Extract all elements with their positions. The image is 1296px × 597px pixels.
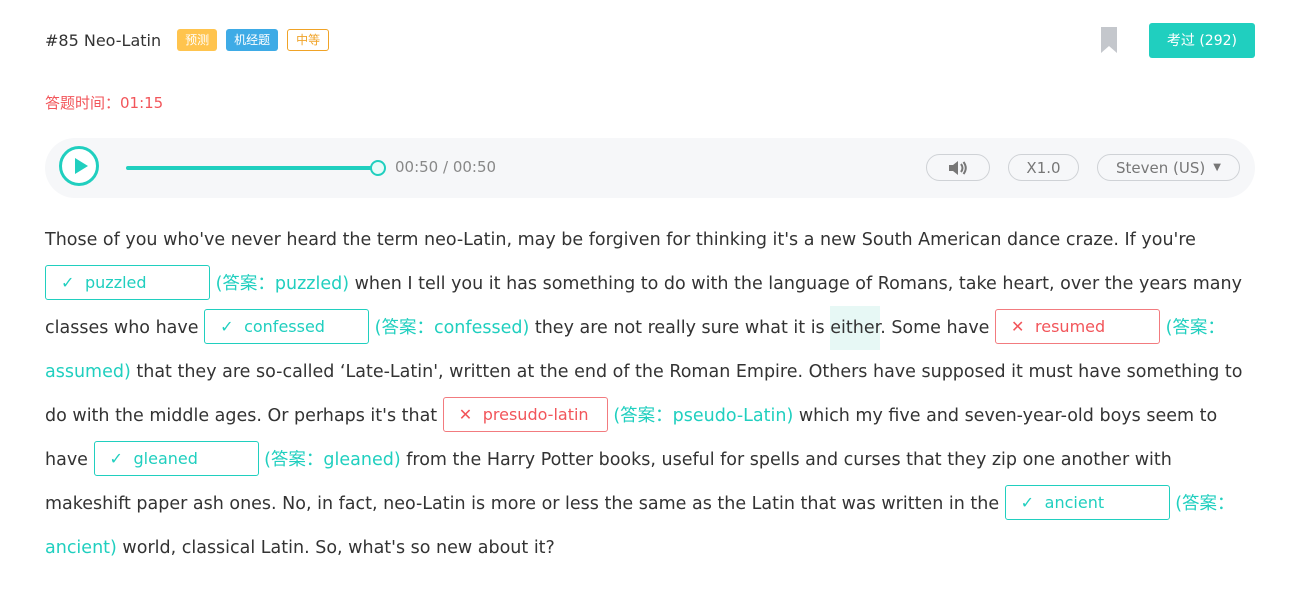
answer-blank-4[interactable]: ✕ presudo-latin	[442, 397, 608, 432]
answer-blank-3[interactable]: ✕ resumed	[995, 309, 1161, 344]
answer-blank-value: ancient	[1044, 493, 1105, 512]
caret-down-icon: ▼	[1213, 162, 1221, 173]
passage-text: . Some have	[880, 318, 996, 338]
correct-answer-2: (答案：confessed)	[374, 318, 530, 338]
play-button[interactable]	[59, 146, 99, 186]
answer-blank-6[interactable]: ✓ ancient	[1004, 485, 1170, 520]
playback-speed-button[interactable]: X1.0	[1008, 154, 1079, 181]
play-icon	[74, 158, 88, 174]
volume-icon	[949, 160, 967, 175]
audio-player: 00:50 / 00:50 X1.0 Steven (US) ▼	[45, 138, 1255, 198]
check-icon: ✓	[61, 273, 75, 292]
tag-difficulty: 中等	[287, 29, 330, 51]
passage-text: Those of you who've never heard the term…	[45, 230, 1196, 250]
playback-time: 00:50 / 00:50	[395, 158, 497, 176]
answer-blank-2[interactable]: ✓ confessed	[204, 309, 370, 344]
answer-blank-value: presudo-latin	[482, 405, 589, 424]
question-title: #85 Neo-Latin	[45, 30, 162, 50]
passage-text: world, classical Latin. So, what's so ne…	[116, 538, 555, 558]
bookmark-icon[interactable]	[1100, 27, 1117, 53]
check-icon: ✓	[220, 317, 234, 336]
voice-select[interactable]: Steven (US) ▼	[1097, 154, 1240, 181]
check-icon: ✓	[109, 449, 123, 468]
highlighted-word[interactable]: either	[830, 306, 881, 350]
answer-blank-value: gleaned	[133, 449, 198, 468]
correct-answer-4: (答案：pseudo-Latin)	[613, 406, 794, 426]
tag-predict: 预测	[177, 29, 218, 51]
progress-track[interactable]	[126, 166, 378, 170]
answer-blank-5[interactable]: ✓ gleaned	[93, 441, 259, 476]
correct-answer-5: (答案：gleaned)	[264, 450, 401, 470]
voice-select-value: Steven (US)	[1116, 158, 1206, 177]
header: #85 Neo-Latin 预测 机经题 中等 考过 (292)	[45, 22, 1255, 58]
cross-icon: ✕	[458, 405, 473, 424]
tag-jj: 机经题	[226, 29, 279, 51]
answer-blank-value: puzzled	[85, 273, 147, 292]
cross-icon: ✕	[1011, 317, 1025, 336]
correct-answer-1: (答案：puzzled)	[215, 274, 350, 294]
passage: Those of you who've never heard the term…	[45, 218, 1260, 570]
answer-blank-value: resumed	[1035, 317, 1106, 336]
playback-speed-label: X1.0	[1026, 158, 1061, 177]
passed-count-button[interactable]: 考过 (292)	[1148, 22, 1255, 58]
volume-button[interactable]	[926, 154, 990, 181]
check-icon: ✓	[1020, 493, 1035, 512]
answer-blank-1[interactable]: ✓ puzzled	[45, 265, 210, 300]
answer-timer: 答题时间：01:15	[45, 94, 164, 112]
passage-text: they are not really sure what it is	[529, 318, 831, 338]
answer-blank-value: confessed	[244, 317, 325, 336]
progress-handle[interactable]	[370, 160, 386, 176]
